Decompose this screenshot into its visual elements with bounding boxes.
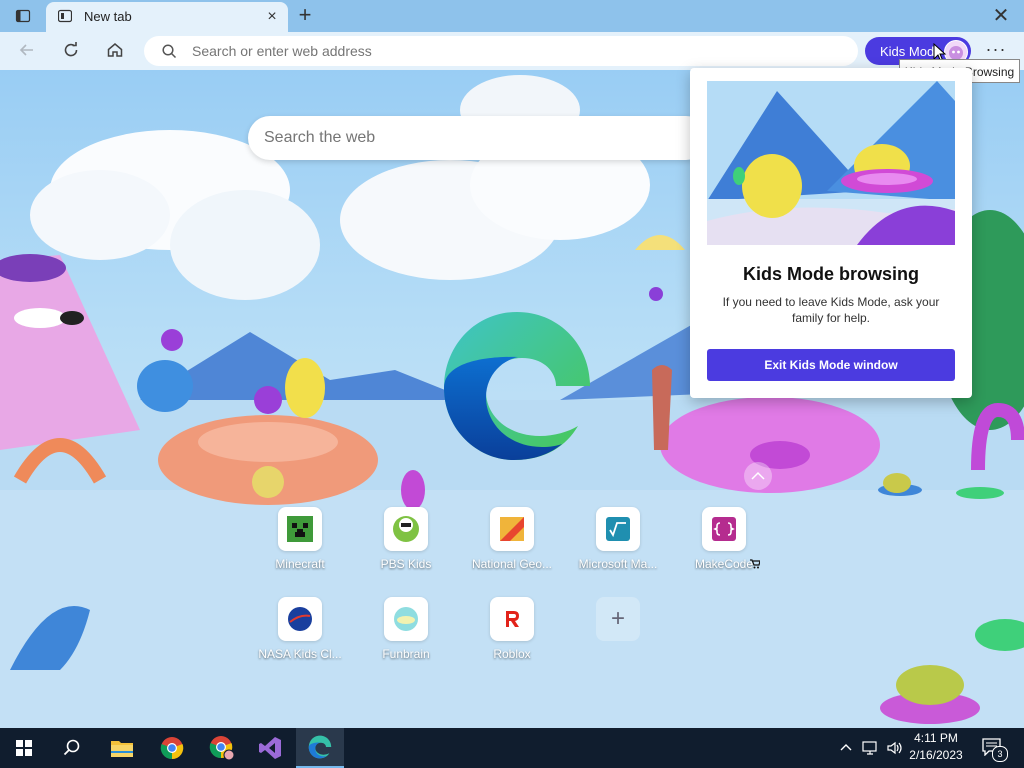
- web-search-input[interactable]: [264, 129, 664, 147]
- visual-studio-icon: [259, 737, 281, 759]
- refresh-button[interactable]: [56, 35, 86, 65]
- address-input[interactable]: [192, 43, 832, 59]
- clock-date[interactable]: 2/16/2023: [906, 748, 966, 762]
- microsoft-math-icon: [596, 507, 640, 551]
- taskbar-chrome[interactable]: [148, 728, 196, 768]
- network-icon[interactable]: [862, 740, 880, 756]
- notification-count-badge: 3: [992, 746, 1008, 762]
- tab-close-button[interactable]: ×: [262, 7, 282, 27]
- taskbar-file-explorer[interactable]: [98, 728, 146, 768]
- tile-label: Minecraft: [275, 557, 325, 571]
- tile-label: National Geo...: [471, 557, 553, 571]
- quick-link-tile[interactable]: Roblox: [472, 597, 552, 677]
- kids-mode-illustration: [707, 81, 955, 245]
- taskbar-search-button[interactable]: [48, 728, 96, 768]
- tile-label: Roblox: [493, 647, 531, 661]
- new-tab-page-icon: [58, 9, 72, 23]
- cart-icon: [750, 559, 760, 569]
- home-button[interactable]: [100, 35, 130, 65]
- national-geographic-icon: [490, 507, 534, 551]
- minecraft-icon: [278, 507, 322, 551]
- taskbar-edge[interactable]: [296, 728, 344, 768]
- refresh-icon: [64, 42, 78, 57]
- taskbar-chrome-profile[interactable]: [198, 728, 246, 768]
- home-icon: [107, 43, 123, 57]
- add-icon: +: [596, 597, 640, 641]
- edge-logo-icon: [444, 312, 590, 460]
- start-button[interactable]: [0, 728, 48, 768]
- back-arrow-icon: [19, 44, 33, 56]
- back-button[interactable]: [12, 35, 42, 65]
- quick-link-tile[interactable]: Microsoft Ma...: [578, 507, 658, 587]
- kids-mode-flyout: Kids Mode browsing If you need to leave …: [690, 68, 972, 398]
- quick-link-tile[interactable]: PBS Kids: [366, 507, 446, 587]
- exit-kids-mode-button[interactable]: Exit Kids Mode window: [707, 349, 955, 381]
- window-close-button[interactable]: ✕: [986, 4, 1016, 28]
- quick-link-tile[interactable]: NASA Kids Cl...: [258, 597, 342, 677]
- browser-tab[interactable]: New tab ×: [46, 2, 288, 32]
- makecode-icon: [702, 507, 746, 551]
- flyout-description: If you need to leave Kids Mode, ask your…: [722, 295, 940, 325]
- windows-start-icon: [16, 740, 32, 756]
- search-icon: [162, 44, 177, 59]
- new-tab-button[interactable]: +: [292, 4, 318, 28]
- tab-actions-button[interactable]: [8, 4, 38, 28]
- roblox-icon: [490, 597, 534, 641]
- add-quick-link-tile[interactable]: +: [578, 597, 658, 677]
- quick-link-tile[interactable]: Funbrain: [366, 597, 446, 677]
- tile-label: PBS Kids: [380, 557, 432, 571]
- tab-title: New tab: [84, 9, 132, 24]
- tile-label: Microsoft Ma...: [578, 557, 658, 571]
- taskbar-visual-studio[interactable]: [246, 728, 294, 768]
- address-bar[interactable]: [144, 36, 858, 66]
- quick-link-tile[interactable]: Minecraft: [260, 507, 340, 587]
- quick-link-tile[interactable]: National Geo...: [472, 507, 552, 587]
- chrome-profile-icon: [209, 736, 235, 761]
- file-explorer-icon: [111, 741, 133, 757]
- search-icon: [63, 739, 80, 756]
- volume-icon[interactable]: [886, 740, 902, 756]
- edge-icon: [308, 735, 332, 759]
- quick-link-tile[interactable]: MakeCode: [684, 507, 764, 587]
- pbs-kids-icon: [384, 507, 428, 551]
- flyout-title: Kids Mode browsing: [742, 264, 919, 284]
- action-center-button[interactable]: 3: [978, 736, 1008, 762]
- tile-label: NASA Kids Cl...: [258, 647, 342, 661]
- show-hidden-icons-chevron-icon[interactable]: [840, 742, 852, 752]
- tab-actions-icon: [15, 9, 31, 23]
- taskbar: 4:11 PM 2/16/2023 3: [0, 728, 1024, 768]
- nasa-icon: [278, 597, 322, 641]
- tile-label: Funbrain: [382, 647, 430, 661]
- chrome-icon: [160, 737, 184, 760]
- clock-time[interactable]: 4:11 PM: [906, 731, 966, 745]
- web-search-box[interactable]: [248, 116, 708, 160]
- funbrain-icon: [384, 597, 428, 641]
